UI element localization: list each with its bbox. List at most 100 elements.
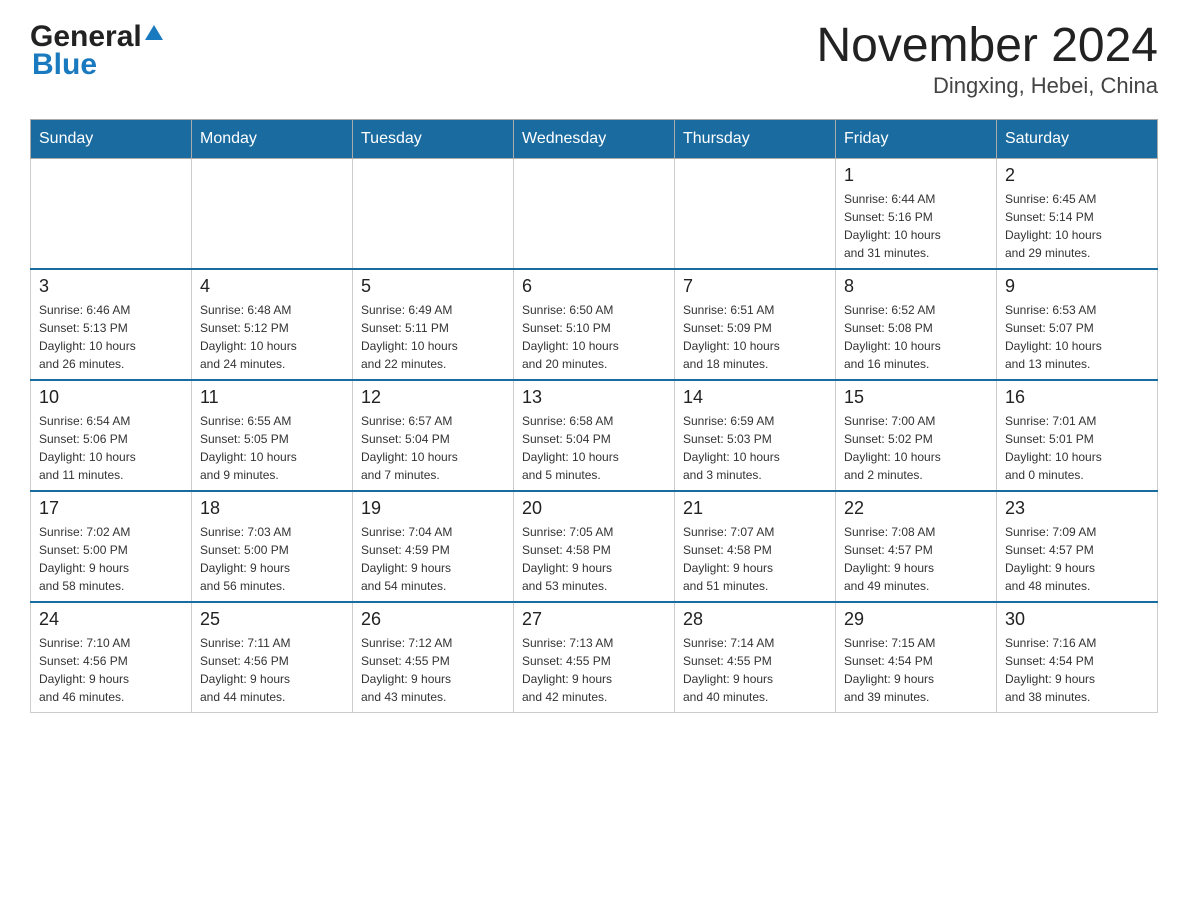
day-number: 8 <box>844 276 988 297</box>
calendar-cell <box>31 158 192 269</box>
calendar-cell: 17 Sunrise: 7:02 AM Sunset: 5:00 PM Dayli… <box>31 491 192 602</box>
week-row-2: 3 Sunrise: 6:46 AM Sunset: 5:13 PM Daylig… <box>31 269 1158 380</box>
day-info: Sunrise: 7:16 AM Sunset: 4:54 PM Dayligh… <box>1005 634 1149 706</box>
day-number: 2 <box>1005 165 1149 186</box>
day-info: Sunrise: 6:54 AM Sunset: 5:06 PM Dayligh… <box>39 412 183 484</box>
day-number: 30 <box>1005 609 1149 630</box>
day-number: 10 <box>39 387 183 408</box>
calendar-cell: 20 Sunrise: 7:05 AM Sunset: 4:58 PM Dayli… <box>514 491 675 602</box>
day-number: 6 <box>522 276 666 297</box>
day-info: Sunrise: 7:13 AM Sunset: 4:55 PM Dayligh… <box>522 634 666 706</box>
day-number: 15 <box>844 387 988 408</box>
calendar-cell: 22 Sunrise: 7:08 AM Sunset: 4:57 PM Dayli… <box>836 491 997 602</box>
calendar-cell: 5 Sunrise: 6:49 AM Sunset: 5:11 PM Daylig… <box>353 269 514 380</box>
day-info: Sunrise: 7:02 AM Sunset: 5:00 PM Dayligh… <box>39 523 183 595</box>
calendar-cell: 9 Sunrise: 6:53 AM Sunset: 5:07 PM Daylig… <box>997 269 1158 380</box>
day-info: Sunrise: 6:51 AM Sunset: 5:09 PM Dayligh… <box>683 301 827 373</box>
calendar-cell: 16Sunrise: 7:01 AM Sunset: 5:01 PM Dayli… <box>997 380 1158 491</box>
day-number: 23 <box>1005 498 1149 519</box>
calendar-cell: 19 Sunrise: 7:04 AM Sunset: 4:59 PM Dayli… <box>353 491 514 602</box>
calendar-cell <box>514 158 675 269</box>
day-number: 17 <box>39 498 183 519</box>
day-info: Sunrise: 6:52 AM Sunset: 5:08 PM Dayligh… <box>844 301 988 373</box>
calendar-cell: 26 Sunrise: 7:12 AM Sunset: 4:55 PM Dayli… <box>353 602 514 713</box>
calendar-cell: 1 Sunrise: 6:44 AM Sunset: 5:16 PM Daylig… <box>836 158 997 269</box>
week-row-1: 1 Sunrise: 6:44 AM Sunset: 5:16 PM Daylig… <box>31 158 1158 269</box>
day-number: 27 <box>522 609 666 630</box>
weekday-header-saturday: Saturday <box>997 119 1158 158</box>
day-number: 19 <box>361 498 505 519</box>
logo: General Blue <box>30 20 163 82</box>
day-info: Sunrise: 6:45 AM Sunset: 5:14 PM Dayligh… <box>1005 190 1149 262</box>
day-info: Sunrise: 7:07 AM Sunset: 4:58 PM Dayligh… <box>683 523 827 595</box>
day-info: Sunrise: 6:46 AM Sunset: 5:13 PM Dayligh… <box>39 301 183 373</box>
day-number: 29 <box>844 609 988 630</box>
day-number: 1 <box>844 165 988 186</box>
day-number: 3 <box>39 276 183 297</box>
calendar-cell: 3 Sunrise: 6:46 AM Sunset: 5:13 PM Daylig… <box>31 269 192 380</box>
day-info: Sunrise: 7:09 AM Sunset: 4:57 PM Dayligh… <box>1005 523 1149 595</box>
day-number: 18 <box>200 498 344 519</box>
day-number: 12 <box>361 387 505 408</box>
day-number: 4 <box>200 276 344 297</box>
calendar-cell: 10 Sunrise: 6:54 AM Sunset: 5:06 PM Dayli… <box>31 380 192 491</box>
day-number: 13 <box>522 387 666 408</box>
day-number: 11 <box>200 387 344 408</box>
day-info: Sunrise: 7:08 AM Sunset: 4:57 PM Dayligh… <box>844 523 988 595</box>
day-number: 22 <box>844 498 988 519</box>
day-info: Sunrise: 6:44 AM Sunset: 5:16 PM Dayligh… <box>844 190 988 262</box>
calendar-cell: 6 Sunrise: 6:50 AM Sunset: 5:10 PM Daylig… <box>514 269 675 380</box>
week-row-5: 24 Sunrise: 7:10 AM Sunset: 4:56 PM Dayli… <box>31 602 1158 713</box>
day-info: Sunrise: 7:10 AM Sunset: 4:56 PM Dayligh… <box>39 634 183 706</box>
calendar-cell: 25Sunrise: 7:11 AM Sunset: 4:56 PM Dayli… <box>192 602 353 713</box>
logo-triangle-icon <box>145 25 163 40</box>
calendar-table: SundayMondayTuesdayWednesdayThursdayFrid… <box>30 119 1158 713</box>
page-header: General Blue November 2024 Dingxing, Heb… <box>30 20 1158 99</box>
calendar-cell: 2 Sunrise: 6:45 AM Sunset: 5:14 PM Daylig… <box>997 158 1158 269</box>
logo-blue-text: Blue <box>32 48 97 82</box>
day-number: 7 <box>683 276 827 297</box>
weekday-header-tuesday: Tuesday <box>353 119 514 158</box>
week-row-3: 10 Sunrise: 6:54 AM Sunset: 5:06 PM Dayli… <box>31 380 1158 491</box>
day-info: Sunrise: 6:55 AM Sunset: 5:05 PM Dayligh… <box>200 412 344 484</box>
day-info: Sunrise: 7:03 AM Sunset: 5:00 PM Dayligh… <box>200 523 344 595</box>
calendar-cell: 12 Sunrise: 6:57 AM Sunset: 5:04 PM Dayli… <box>353 380 514 491</box>
day-info: Sunrise: 7:15 AM Sunset: 4:54 PM Dayligh… <box>844 634 988 706</box>
day-info: Sunrise: 6:57 AM Sunset: 5:04 PM Dayligh… <box>361 412 505 484</box>
day-number: 28 <box>683 609 827 630</box>
calendar-cell <box>353 158 514 269</box>
weekday-header-thursday: Thursday <box>675 119 836 158</box>
day-number: 5 <box>361 276 505 297</box>
day-number: 24 <box>39 609 183 630</box>
calendar-cell <box>192 158 353 269</box>
calendar-cell: 7 Sunrise: 6:51 AM Sunset: 5:09 PM Daylig… <box>675 269 836 380</box>
day-number: 9 <box>1005 276 1149 297</box>
calendar-cell: 4 Sunrise: 6:48 AM Sunset: 5:12 PM Daylig… <box>192 269 353 380</box>
day-info: Sunrise: 7:12 AM Sunset: 4:55 PM Dayligh… <box>361 634 505 706</box>
calendar-cell: 18 Sunrise: 7:03 AM Sunset: 5:00 PM Dayli… <box>192 491 353 602</box>
day-info: Sunrise: 7:04 AM Sunset: 4:59 PM Dayligh… <box>361 523 505 595</box>
calendar-cell: 14Sunrise: 6:59 AM Sunset: 5:03 PM Dayli… <box>675 380 836 491</box>
day-info: Sunrise: 6:49 AM Sunset: 5:11 PM Dayligh… <box>361 301 505 373</box>
day-number: 20 <box>522 498 666 519</box>
day-number: 14 <box>683 387 827 408</box>
day-info: Sunrise: 6:53 AM Sunset: 5:07 PM Dayligh… <box>1005 301 1149 373</box>
week-row-4: 17 Sunrise: 7:02 AM Sunset: 5:00 PM Dayli… <box>31 491 1158 602</box>
title-block: November 2024 Dingxing, Hebei, China <box>816 20 1158 99</box>
day-number: 21 <box>683 498 827 519</box>
calendar-cell: 8 Sunrise: 6:52 AM Sunset: 5:08 PM Daylig… <box>836 269 997 380</box>
weekday-header-row: SundayMondayTuesdayWednesdayThursdayFrid… <box>31 119 1158 158</box>
day-info: Sunrise: 7:00 AM Sunset: 5:02 PM Dayligh… <box>844 412 988 484</box>
calendar-cell: 23 Sunrise: 7:09 AM Sunset: 4:57 PM Dayli… <box>997 491 1158 602</box>
calendar-title: November 2024 <box>816 20 1158 73</box>
day-info: Sunrise: 6:50 AM Sunset: 5:10 PM Dayligh… <box>522 301 666 373</box>
calendar-cell: 13 Sunrise: 6:58 AM Sunset: 5:04 PM Dayli… <box>514 380 675 491</box>
calendar-cell: 11 Sunrise: 6:55 AM Sunset: 5:05 PM Dayli… <box>192 380 353 491</box>
day-info: Sunrise: 7:11 AM Sunset: 4:56 PM Dayligh… <box>200 634 344 706</box>
calendar-cell: 28Sunrise: 7:14 AM Sunset: 4:55 PM Dayli… <box>675 602 836 713</box>
day-info: Sunrise: 6:58 AM Sunset: 5:04 PM Dayligh… <box>522 412 666 484</box>
day-info: Sunrise: 6:48 AM Sunset: 5:12 PM Dayligh… <box>200 301 344 373</box>
day-number: 26 <box>361 609 505 630</box>
calendar-subtitle: Dingxing, Hebei, China <box>816 73 1158 99</box>
day-info: Sunrise: 7:05 AM Sunset: 4:58 PM Dayligh… <box>522 523 666 595</box>
